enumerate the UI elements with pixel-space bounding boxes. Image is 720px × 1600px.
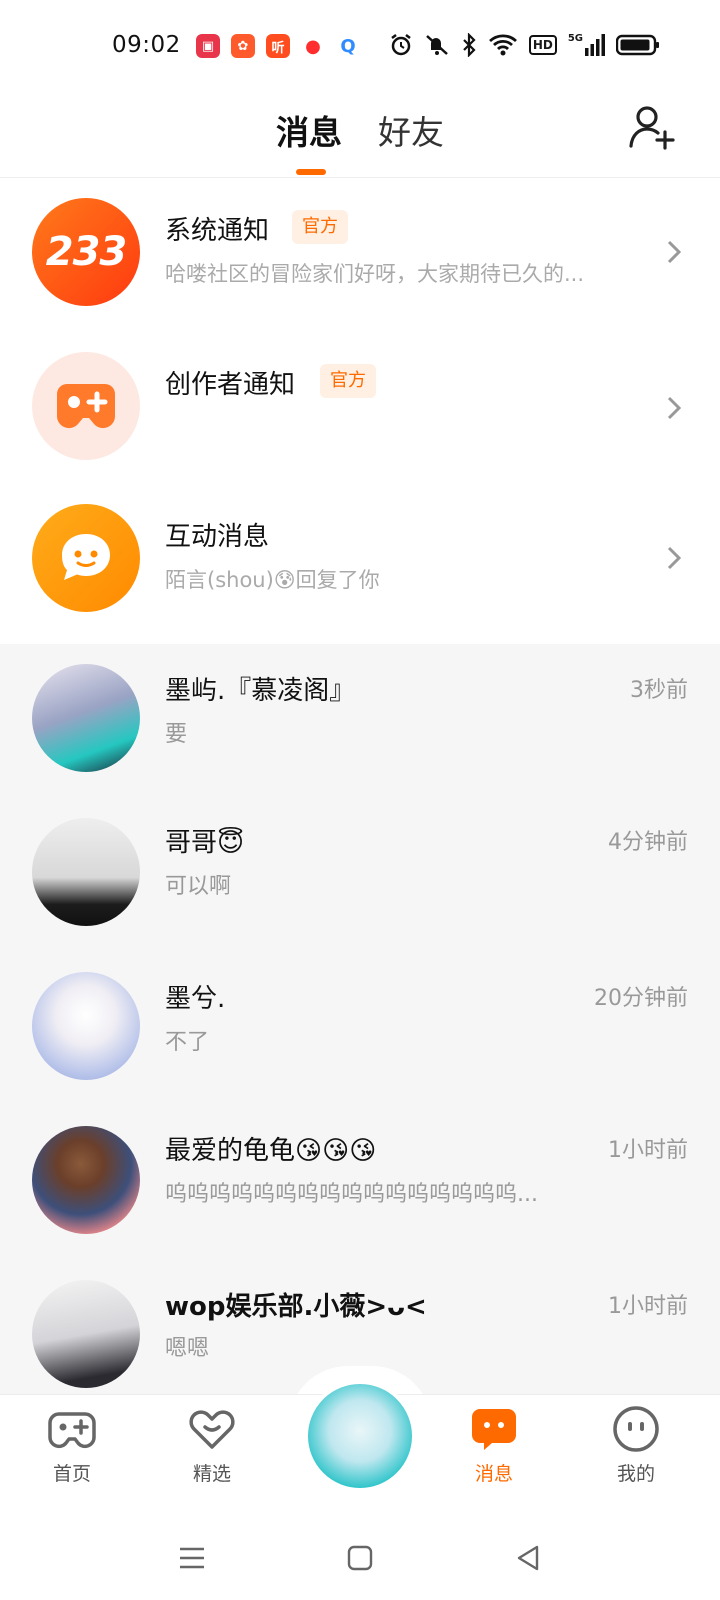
chat-time: 4分钟前 (608, 830, 688, 855)
chat-time: 1小时前 (608, 1294, 688, 1319)
nav-me[interactable]: 我的 (586, 1403, 686, 1486)
gamepad-icon (56, 384, 116, 429)
chevron-right-icon (667, 396, 682, 420)
tab-messages[interactable]: 消息 (276, 106, 342, 154)
signal-icon: 5G (568, 33, 605, 57)
nav-messages[interactable]: 消息 (444, 1403, 544, 1486)
chat-name: wop娱乐部.小薇>ᴗ< (165, 1292, 427, 1322)
chat-preview: 嗯嗯 (165, 1336, 210, 1361)
back-triangle-icon[interactable] (512, 1542, 544, 1574)
chat-name: 哥哥😇 (165, 828, 245, 858)
chat-bubble-icon (62, 534, 110, 580)
add-friend-button[interactable] (628, 102, 678, 152)
menu-icon[interactable] (176, 1542, 208, 1574)
nav-messages-label: 消息 (474, 1463, 513, 1485)
hd-icon: HD (528, 33, 557, 57)
add-friend-icon (629, 106, 675, 150)
status-icons: HD 5G (389, 33, 660, 57)
center-avatar-button[interactable] (304, 1380, 416, 1492)
interaction-message-row[interactable]: 互动消息 陌言(shou)😰回复了你 (0, 488, 720, 644)
status-bar: 09:02 ▣ ✿ 听 ● Q HD 5G (0, 0, 720, 92)
user-avatar (32, 1280, 140, 1388)
creator-notice-avatar (32, 352, 140, 460)
system-notice-avatar: 233 (32, 198, 140, 306)
q-app-icon: Q (336, 34, 360, 58)
official-badge: 官方 (292, 210, 348, 244)
video-app-icon: ▣ (196, 34, 220, 58)
mute-icon (424, 33, 450, 57)
nav-featured-label: 精选 (192, 1463, 231, 1485)
nav-featured[interactable]: 精选 (162, 1403, 262, 1486)
chat-row[interactable]: 最爱的龟龟😘😘😘 1小时前 呜呜呜呜呜呜呜呜呜呜呜呜呜呜呜呜... (0, 1112, 720, 1268)
active-tab-indicator (296, 169, 326, 175)
system-notice-row[interactable]: 233 系统通知 官方 哈喽社区的冒险家们好呀，大家期待已久的... (0, 178, 720, 334)
creator-notice-row[interactable]: 创作者通知 官方 (0, 334, 720, 490)
nav-home-label: 首页 (52, 1463, 91, 1485)
notification-app-icons: ▣ ✿ 听 ● Q (196, 34, 360, 58)
system-notice-title: 系统通知 (165, 216, 270, 246)
tab-friends[interactable]: 好友 (378, 106, 444, 154)
system-nav-bar (0, 1512, 720, 1600)
chat-row[interactable]: 墨兮. 20分钟前 不了 (0, 956, 720, 1112)
user-avatar (32, 1126, 140, 1234)
chevron-right-icon (667, 546, 682, 570)
kuaishou-app-icon: ✿ (231, 34, 255, 58)
official-badge: 官方 (320, 364, 376, 398)
home-square-icon[interactable] (344, 1542, 376, 1574)
chat-row[interactable]: 墨屿.『慕凌阁』 3秒前 要 (0, 644, 720, 800)
nav-me-label: 我的 (616, 1463, 655, 1485)
chat-time: 20分钟前 (594, 986, 688, 1011)
chat-preview: 要 (165, 722, 188, 747)
official-notice-list: 233 系统通知 官方 哈喽社区的冒险家们好呀，大家期待已久的... 创作者通知… (0, 178, 720, 644)
user-avatar (32, 818, 140, 926)
chat-name: 最爱的龟龟😘😘😘 (165, 1136, 377, 1166)
message-icon (472, 1409, 516, 1450)
interaction-message-title: 互动消息 (165, 522, 270, 552)
chevron-right-icon (667, 240, 682, 264)
header: 消息 好友 (0, 92, 720, 178)
battery-icon (616, 33, 660, 57)
alarm-icon (389, 33, 413, 57)
chat-name: 墨兮. (165, 984, 226, 1014)
status-time: 09:02 (112, 32, 181, 58)
chat-name: 墨屿.『慕凌阁』 (165, 676, 356, 706)
wifi-icon (488, 33, 518, 57)
chat-time: 1小时前 (608, 1138, 688, 1163)
chat-list: 墨屿.『慕凌阁』 3秒前 要 哥哥😇 4分钟前 可以啊 墨兮. 20分钟前 不了… (0, 644, 720, 1394)
chat-time: 3秒前 (630, 678, 688, 703)
user-avatar (32, 972, 140, 1080)
bluetooth-icon (461, 33, 477, 57)
listen-app-icon: 听 (266, 34, 290, 58)
interaction-message-preview: 陌言(shou)😰回复了你 (165, 568, 380, 592)
interaction-message-avatar (32, 504, 140, 612)
chat-preview: 可以啊 (165, 874, 232, 899)
chat-preview: 不了 (165, 1030, 210, 1055)
chat-row[interactable]: 哥哥😇 4分钟前 可以啊 (0, 800, 720, 956)
chat-preview: 呜呜呜呜呜呜呜呜呜呜呜呜呜呜呜呜... (165, 1182, 538, 1207)
heart-smile-icon (189, 1410, 235, 1449)
user-avatar (32, 664, 140, 772)
play-app-icon: ● (301, 34, 325, 58)
system-notice-preview: 哈喽社区的冒险家们好呀，大家期待已久的... (165, 262, 585, 286)
face-icon (613, 1406, 659, 1452)
nav-home[interactable]: 首页 (22, 1403, 122, 1486)
gamepad-icon (48, 1412, 96, 1449)
creator-notice-title: 创作者通知 (165, 370, 296, 400)
